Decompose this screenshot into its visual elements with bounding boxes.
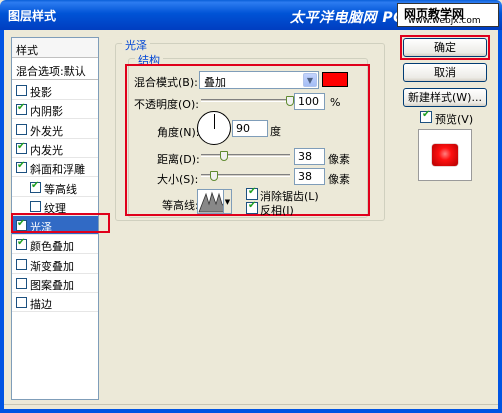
watermark-badge: 网页教学网 www.webjx.com — [397, 3, 499, 27]
window-frame-left — [0, 30, 4, 413]
style-item-label: 描边 — [30, 298, 52, 312]
style-checkbox[interactable] — [30, 200, 41, 212]
style-item-6[interactable]: 等高线 — [12, 178, 98, 197]
blend-mode-label: 混合模式(B): — [134, 76, 198, 89]
angle-unit: 度 — [270, 125, 281, 138]
style-item-2[interactable]: 内阴影 — [12, 100, 98, 120]
style-item-label: 内发光 — [30, 143, 63, 157]
style-checkbox[interactable] — [16, 258, 27, 270]
cancel-button[interactable]: 取消 — [403, 63, 487, 82]
opacity-slider-track[interactable] — [201, 99, 290, 102]
satin-color-swatch[interactable] — [322, 72, 348, 87]
style-item-label: 等高线 — [44, 182, 77, 196]
style-item-11[interactable]: 图案叠加 — [12, 274, 98, 293]
title-bar: 图层样式 太平洋电脑网 PCon 网页教学网 www.webjx.com — [0, 0, 502, 30]
style-item-label: 投影 — [30, 86, 52, 99]
opacity-unit: % — [330, 96, 341, 109]
window-frame-right — [498, 30, 502, 413]
size-unit: 像素 — [328, 173, 350, 186]
opacity-slider-thumb[interactable] — [286, 96, 294, 106]
new-style-button[interactable]: 新建样式(W)... — [403, 88, 487, 107]
style-item-1[interactable]: 投影 — [12, 81, 98, 100]
angle-dial[interactable] — [197, 111, 231, 145]
style-checkbox[interactable] — [16, 102, 27, 116]
preview-swatch — [432, 144, 458, 166]
bottom-divider — [4, 404, 498, 405]
window-title: 图层样式 — [8, 9, 57, 23]
ok-highlight — [400, 35, 490, 60]
angle-label: 角度(N): — [157, 126, 200, 139]
style-checkbox[interactable] — [16, 160, 27, 174]
style-item-12[interactable]: 描边 — [12, 293, 98, 313]
opacity-label: 不透明度(O): — [134, 98, 199, 111]
style-checkbox[interactable] — [16, 278, 27, 289]
chevron-down-icon[interactable]: ▼ — [303, 73, 317, 87]
style-item-label: 渐变叠加 — [30, 259, 74, 273]
angle-input[interactable]: 90 — [232, 120, 268, 137]
distance-input[interactable]: 38 — [294, 148, 325, 165]
styles-header[interactable]: 样式 — [12, 38, 98, 58]
preview-thumbnail — [418, 129, 472, 181]
style-item-label: 外发光 — [30, 124, 63, 138]
size-label: 大小(S): — [157, 173, 199, 186]
size-input[interactable]: 38 — [294, 168, 325, 185]
style-item-3[interactable]: 外发光 — [12, 120, 98, 139]
style-checkbox[interactable] — [16, 123, 27, 135]
preview-label[interactable]: 预览(V) — [435, 111, 473, 127]
style-item-label: 颜色叠加 — [30, 240, 74, 254]
style-checkbox[interactable] — [16, 85, 27, 96]
style-item-label: 内阴影 — [30, 105, 63, 119]
blend-options-item[interactable]: 混合选项:默认 — [12, 59, 98, 80]
blend-mode-value: 叠加 — [204, 76, 226, 89]
contour-label: 等高线: — [162, 199, 199, 212]
distance-slider-thumb[interactable] — [220, 151, 229, 161]
style-item-label: 图案叠加 — [30, 279, 74, 292]
contour-dropdown-arrow[interactable]: ▼ — [223, 189, 232, 214]
distance-unit: 像素 — [328, 153, 350, 166]
style-item-4[interactable]: 内发光 — [12, 139, 98, 158]
satin-group-title: 光泽 — [122, 37, 150, 53]
style-checkbox[interactable] — [16, 237, 27, 251]
distance-slider-track[interactable] — [201, 154, 290, 157]
style-checkbox[interactable] — [16, 141, 27, 154]
antialias-checkbox[interactable] — [246, 186, 258, 200]
badge-line2: www.webjx.com — [408, 16, 481, 26]
blend-mode-select[interactable]: 叠加 ▼ — [199, 71, 319, 89]
style-checkbox[interactable] — [16, 297, 27, 309]
style-item-label: 斜面和浮雕 — [30, 163, 85, 177]
invert-checkbox[interactable] — [246, 200, 258, 214]
selected-style-highlight — [11, 213, 110, 233]
style-item-9[interactable]: 颜色叠加 — [12, 235, 98, 255]
opacity-input[interactable]: 100 — [294, 93, 325, 110]
style-item-10[interactable]: 渐变叠加 — [12, 255, 98, 274]
style-item-5[interactable]: 斜面和浮雕 — [12, 158, 98, 178]
invert-label[interactable]: 反相(I) — [260, 202, 294, 218]
style-checkbox[interactable] — [30, 180, 41, 193]
window-frame-bottom — [0, 409, 502, 413]
distance-label: 距离(D): — [157, 153, 200, 166]
preview-checkbox[interactable] — [420, 109, 432, 123]
